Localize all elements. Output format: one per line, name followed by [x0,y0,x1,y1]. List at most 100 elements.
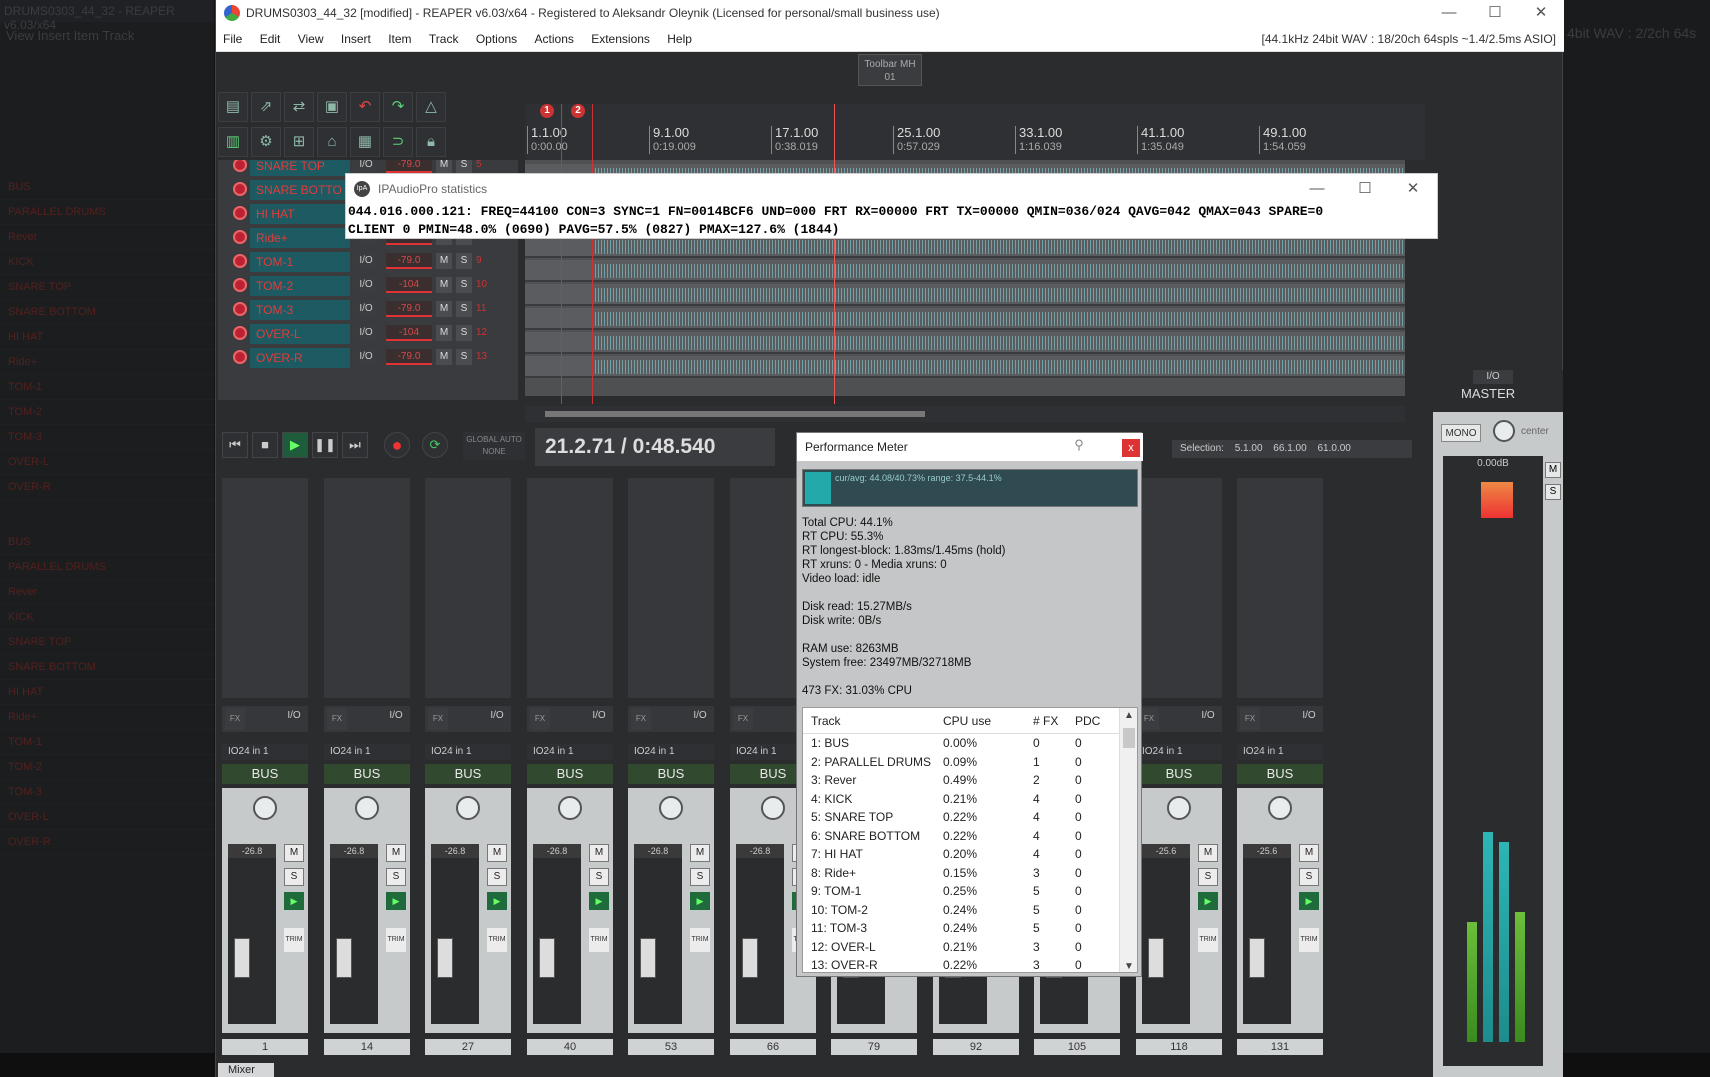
toolbar-mh-button[interactable]: Toolbar MH 01 [858,54,922,86]
strip-input-monitor-icon[interactable]: ▶ [690,892,710,910]
strip-io-button[interactable]: I/O [1197,709,1219,723]
strip-trim-button[interactable]: TRIM [386,928,406,952]
menu-extensions[interactable]: Extensions [584,26,657,46]
strip-input-monitor-icon[interactable]: ▶ [487,892,507,910]
strip-io-button[interactable]: I/O [689,709,711,723]
track-row[interactable]: TOM-3 I/O -79.0 M S 11 [228,298,518,322]
track-io-button[interactable]: I/O [354,325,378,341]
audio-item-waveform[interactable] [595,312,1405,326]
fx-button[interactable]: FX [733,708,753,730]
record-arm-icon[interactable] [233,302,247,316]
table-row[interactable]: 4: KICK 0.21% 4 0 [803,792,1119,811]
track-lane[interactable] [525,284,1405,306]
track-io-button[interactable]: I/O [354,253,378,269]
strip-input-select[interactable]: IO24 in 1 [222,744,308,760]
strip-solo-button[interactable]: S [487,868,507,886]
table-row[interactable]: 12: OVER-L 0.21% 3 0 [803,940,1119,959]
ruler-tick[interactable]: 9.1.00 0:19.009 [649,126,696,154]
strip-trim-button[interactable]: TRIM [284,928,304,952]
ripple-edit-icon[interactable]: ⚙ [251,126,281,157]
track-row[interactable]: TOM-1 I/O -79.0 M S 9 [228,250,518,274]
track-name[interactable]: TOM-1 [250,252,350,272]
grid-icon[interactable]: ▥ [218,126,248,157]
table-row[interactable]: 9: TOM-1 0.25% 5 0 [803,884,1119,903]
strip-name[interactable]: BUS [628,764,714,784]
repeat-button[interactable]: ⟳ [422,432,448,458]
track-io-button[interactable]: I/O [354,160,378,173]
save-project-icon[interactable]: ⇄ [284,92,314,122]
open-project-icon[interactable]: ⇗ [251,92,281,122]
stop-button[interactable]: ■ [252,432,278,458]
table-scroll-thumb[interactable] [1123,728,1135,748]
track-row[interactable]: OVER-L I/O -104 M S 12 [228,322,518,346]
track-mute-button[interactable]: M [436,349,452,365]
strip-io-button[interactable]: I/O [1298,709,1320,723]
stats-maximize-button[interactable]: ☐ [1341,174,1389,204]
strip-input-monitor-icon[interactable]: ▶ [589,892,609,910]
track-row[interactable]: TOM-2 I/O -104 M S 10 [228,274,518,298]
header-pdc[interactable]: PDC [1075,714,1100,728]
strip-input-select[interactable]: IO24 in 1 [527,744,613,760]
track-mute-button[interactable]: M [436,253,452,269]
strip-io-button[interactable]: I/O [486,709,508,723]
audio-item-waveform[interactable] [595,360,1405,374]
undo-icon[interactable]: ↶ [350,92,380,122]
scroll-up-icon[interactable]: ▲ [1120,710,1137,721]
track-volume[interactable]: -79.0 [386,253,432,269]
track-solo-button[interactable]: S [456,301,472,317]
record-arm-icon[interactable] [233,278,247,292]
strip-input-select[interactable]: IO24 in 1 [1237,744,1323,760]
strip-io-button[interactable]: I/O [283,709,305,723]
strip-trim-button[interactable]: TRIM [690,928,710,952]
pan-knob[interactable] [253,796,277,820]
track-io-button[interactable]: I/O [354,277,378,293]
record-arm-icon[interactable] [233,160,247,172]
global-automation-button[interactable]: GLOBAL AUTO NONE [463,432,525,460]
strip-solo-button[interactable]: S [1299,868,1319,886]
strip-mute-button[interactable]: M [386,844,406,862]
menu-track[interactable]: Track [422,26,466,46]
strip-input-select[interactable]: IO24 in 1 [1136,744,1222,760]
audio-item-waveform[interactable] [595,264,1405,278]
ruler-tick[interactable]: 33.1.00 1:16.039 [1015,126,1062,154]
track-volume[interactable]: -104 [386,277,432,293]
menu-item[interactable]: Item [381,26,418,46]
metronome-icon[interactable]: △ [416,92,446,122]
track-name[interactable]: HI HAT [250,204,350,224]
strip-solo-button[interactable]: S [589,868,609,886]
pan-knob[interactable] [1167,796,1191,820]
scrollbar-thumb[interactable] [545,411,925,417]
table-row[interactable]: 6: SNARE BOTTOM 0.22% 4 0 [803,829,1119,848]
table-row[interactable]: 1: BUS 0.00% 0 0 [803,736,1119,755]
time-display[interactable]: 21.2.71 / 0:48.540 [535,428,775,466]
audio-item-waveform[interactable] [595,288,1405,302]
record-arm-icon[interactable] [233,326,247,340]
track-name[interactable]: SNARE BOTTO [250,180,350,200]
perf-close-button[interactable]: x [1122,439,1140,457]
strip-input-select[interactable]: IO24 in 1 [324,744,410,760]
strip-mute-button[interactable]: M [690,844,710,862]
strip-mute-button[interactable]: M [589,844,609,862]
ruler-tick[interactable]: 25.1.00 0:57.029 [893,126,940,154]
track-mute-button[interactable]: M [436,160,452,173]
ruler-tick[interactable]: 49.1.00 1:54.059 [1259,126,1306,154]
marker-2[interactable]: 2 [571,104,585,118]
maximize-button[interactable]: ☐ [1472,0,1518,26]
track-lane[interactable] [525,236,1405,258]
strip-empty-fx-area[interactable] [222,478,308,698]
record-arm-icon[interactable] [233,350,247,364]
strip-name[interactable]: BUS [222,764,308,784]
volume-fader[interactable] [336,938,352,978]
strip-io-button[interactable]: I/O [588,709,610,723]
strip-name[interactable]: BUS [1237,764,1323,784]
snap-icon[interactable]: ⌂ [317,126,347,157]
record-arm-icon[interactable] [233,230,247,244]
strip-trim-button[interactable]: TRIM [487,928,507,952]
strip-input-monitor-icon[interactable]: ▶ [284,892,304,910]
lock-icon[interactable]: 🔒︎ [416,126,446,157]
track-lane[interactable] [525,356,1405,378]
track-name[interactable]: OVER-R [250,348,350,368]
pan-knob[interactable] [456,796,480,820]
master-pan-knob[interactable] [1493,420,1515,442]
track-lane[interactable] [525,332,1405,354]
